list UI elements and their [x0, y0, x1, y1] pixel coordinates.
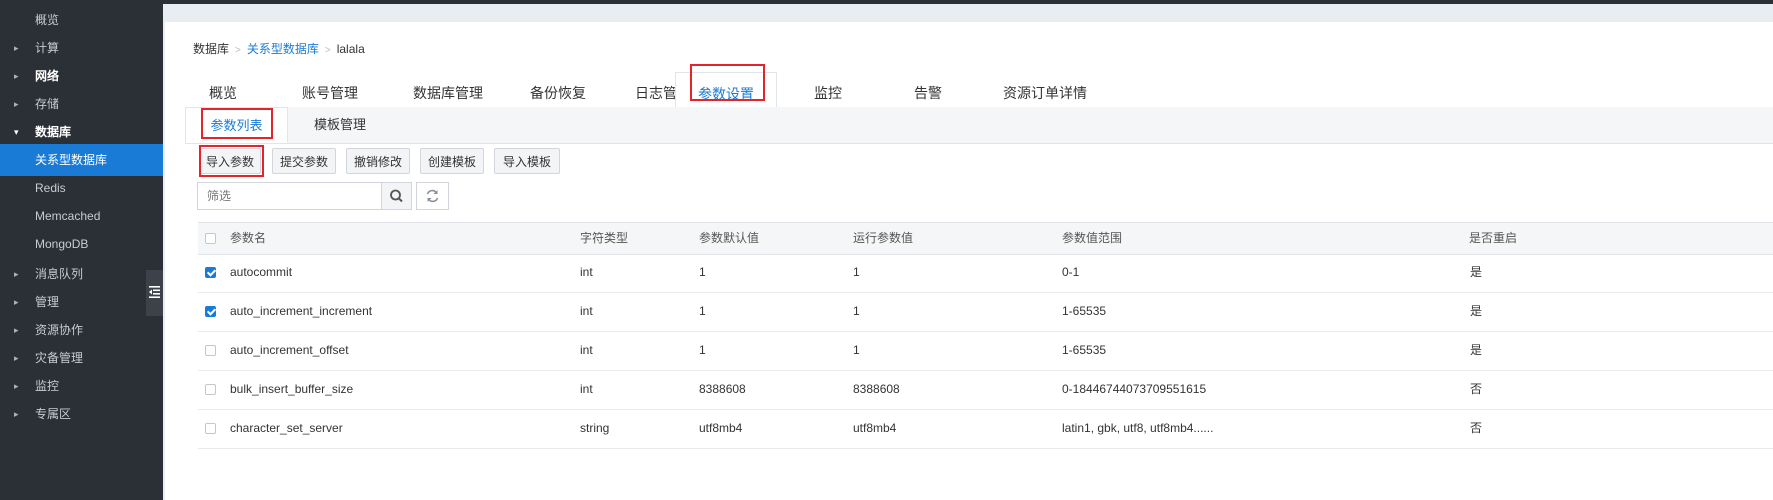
header-range: 参数值范围: [1062, 231, 1123, 245]
cell-param-name: bulk_insert_buffer_size: [230, 382, 354, 396]
cell-default: 1: [699, 304, 706, 318]
tab-label: 参数设置: [698, 86, 754, 102]
cell-restart: 否: [1470, 382, 1483, 396]
cell-default: 8388608: [699, 382, 746, 396]
cell-type: int: [580, 265, 593, 279]
table-row[interactable]: auto_increment_offset int 1 1 1-65535 是: [198, 331, 1773, 371]
header-default: 参数默认值: [699, 231, 760, 245]
subtabs: 参数列表 模板管理: [185, 107, 1773, 144]
breadcrumb-separator: >: [235, 45, 241, 56]
caret-right-icon: ▸: [14, 409, 19, 419]
cell-running[interactable]: 1: [853, 253, 860, 292]
cell-running[interactable]: 1: [853, 292, 860, 331]
breadcrumb-current: lalala: [336, 42, 365, 56]
cell-default: 1: [699, 265, 706, 279]
refresh-button[interactable]: [416, 182, 449, 210]
cell-range: 1-65535: [1062, 343, 1107, 357]
header-type: 字符类型: [580, 231, 629, 245]
cell-param-name: character_set_server: [230, 421, 343, 435]
cell-restart: 是: [1470, 265, 1483, 279]
tab-label: 数据库管理: [413, 85, 483, 101]
cell-default: utf8mb4: [699, 421, 743, 435]
cell-type: int: [580, 343, 593, 357]
import-params-button[interactable]: 导入参数: [199, 148, 261, 174]
table-row[interactable]: bulk_insert_buffer_size int 8388608 8388…: [198, 370, 1773, 410]
cell-param-name: auto_increment_increment: [230, 304, 373, 318]
cell-range: 1-65535: [1062, 304, 1107, 318]
row-checkbox[interactable]: [205, 384, 216, 395]
sidebar-item-mongodb[interactable]: MongoDB: [0, 228, 163, 260]
header-running: 运行参数值: [853, 231, 914, 245]
tab-label: 账号管理: [302, 85, 358, 101]
subtab-label: 参数列表: [210, 118, 263, 133]
cell-running[interactable]: utf8mb4: [853, 409, 896, 448]
subtab-template-management[interactable]: 模板管理: [295, 107, 385, 143]
submit-params-button[interactable]: 提交参数: [272, 148, 336, 174]
breadcrumb: 数据库 > 关系型数据库 > lalala: [193, 40, 365, 57]
collapse-menu-icon: [149, 286, 160, 298]
sidebar-item-label: MongoDB: [35, 237, 89, 251]
row-checkbox[interactable]: [205, 345, 216, 356]
sidebar-item-label: 专属区: [35, 407, 72, 421]
cell-type: int: [580, 304, 593, 318]
cell-param-name: autocommit: [230, 265, 293, 279]
subtab-param-list[interactable]: 参数列表: [185, 107, 288, 143]
sidebar: 概览 ▸ 计算 ▸ 网络 ▸ 存储 ▾ 数据库 关系型数据库 Redis Mem…: [0, 4, 163, 500]
row-checkbox[interactable]: [205, 423, 216, 434]
top-strip: [0, 0, 1773, 4]
tab-label: 资源订单详情: [1003, 85, 1087, 101]
breadcrumb-separator: >: [324, 45, 331, 56]
create-template-button[interactable]: 创建模板: [420, 148, 484, 174]
row-checkbox[interactable]: [205, 306, 216, 317]
filter-search: [197, 182, 412, 210]
tab-label: 告警: [914, 85, 942, 101]
cell-restart: 是: [1470, 343, 1483, 357]
header-param-name[interactable]: 参数名: [230, 223, 266, 254]
sidebar-item-dedicated-zone[interactable]: ▸ 专属区: [0, 398, 163, 430]
cell-type: int: [580, 382, 593, 396]
table-header: 参数名 字符类型 参数默认值 运行参数值 参数值范围 是否重启: [198, 222, 1773, 255]
search-button[interactable]: [381, 183, 411, 209]
cell-type: string: [580, 421, 610, 435]
search-icon: [390, 189, 403, 203]
subtab-label: 模板管理: [313, 117, 366, 132]
sidebar-collapse-handle[interactable]: [146, 270, 163, 316]
cell-default: 1: [699, 343, 706, 357]
cell-param-name: auto_increment_offset: [230, 343, 349, 357]
row-checkbox[interactable]: [205, 267, 216, 278]
table-row[interactable]: character_set_server string utf8mb4 utf8…: [198, 409, 1773, 449]
header-restart: 是否重启: [1469, 231, 1518, 245]
cell-restart: 否: [1470, 421, 1483, 435]
cell-running[interactable]: 8388608: [853, 370, 900, 409]
cell-range: latin1, gbk, utf8, utf8mb4......: [1062, 421, 1214, 435]
undo-changes-button[interactable]: 撤销修改: [346, 148, 410, 174]
cell-range: 0-18446744073709551615: [1062, 382, 1207, 396]
select-all-checkbox[interactable]: [205, 233, 216, 244]
tab-label: 概览: [209, 85, 237, 101]
breadcrumb-root[interactable]: 数据库: [193, 42, 229, 56]
table-row[interactable]: auto_increment_increment int 1 1 1-65535…: [198, 292, 1773, 332]
breadcrumb-section[interactable]: 关系型数据库: [247, 42, 319, 56]
table-row[interactable]: autocommit int 1 1 0-1 是: [198, 253, 1773, 293]
tab-label: 监控: [814, 85, 842, 101]
tab-label: 备份恢复: [530, 85, 586, 101]
filter-input[interactable]: [198, 183, 378, 209]
import-template-button[interactable]: 导入模板: [494, 148, 560, 174]
refresh-icon: [426, 189, 439, 203]
cell-restart: 是: [1470, 304, 1483, 318]
cell-range: 0-1: [1062, 265, 1080, 279]
cell-running[interactable]: 1: [853, 331, 860, 370]
